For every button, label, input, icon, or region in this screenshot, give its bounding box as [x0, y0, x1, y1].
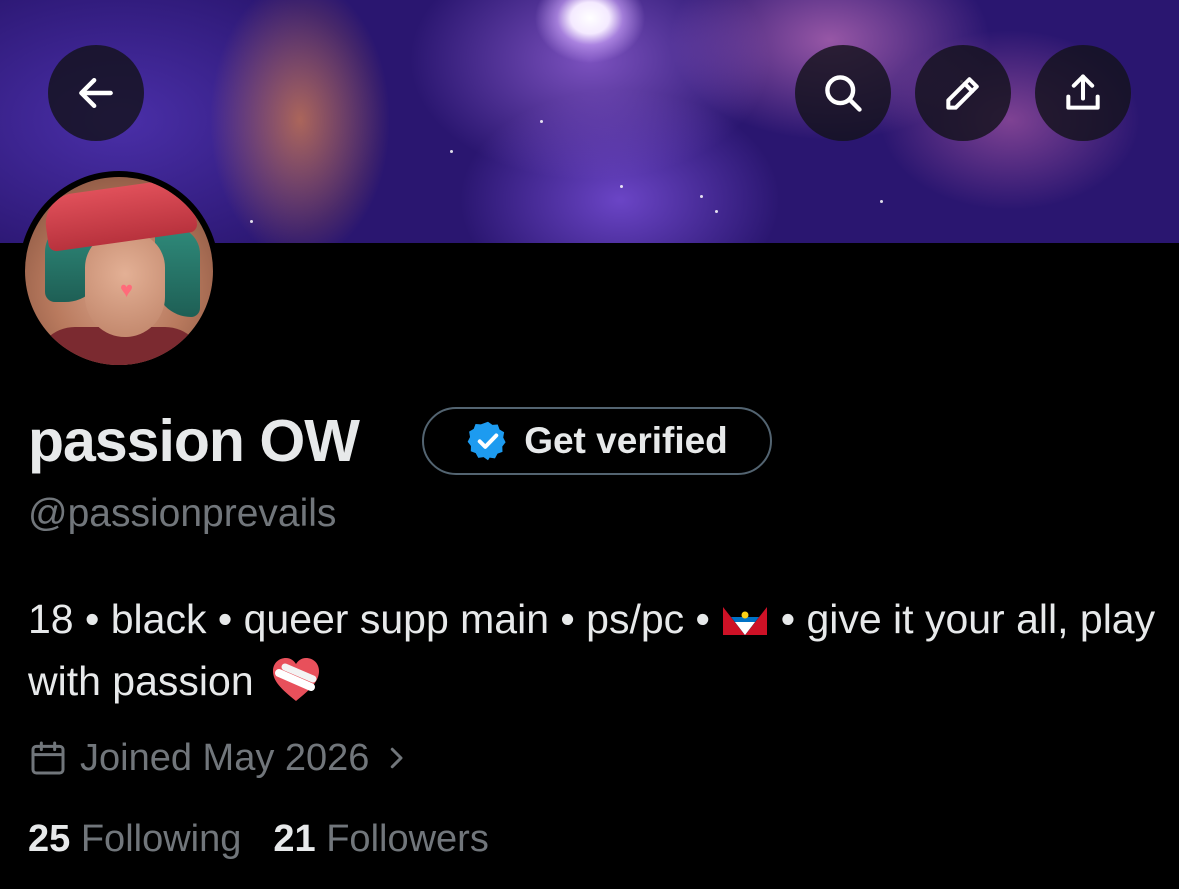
- following-count: 25: [28, 818, 71, 860]
- pencil-icon: [946, 77, 979, 110]
- antigua-flag-icon: [723, 607, 768, 635]
- share-button[interactable]: [1035, 45, 1131, 141]
- bio-text-part1: 18 • black • queer supp main • ps/pc •: [28, 596, 710, 642]
- profile-name: passion OW: [28, 408, 360, 474]
- share-upload-icon: [1066, 74, 1100, 110]
- followers-count: 21: [273, 818, 316, 860]
- joined-label: Joined May 2026: [80, 736, 370, 779]
- following-label: Following: [80, 818, 242, 860]
- joined-date[interactable]: Joined May 2026: [28, 733, 411, 783]
- follow-stats: 25 Following 21 Followers: [28, 818, 489, 861]
- followers-label: Followers: [326, 818, 489, 860]
- calendar-icon: [31, 741, 65, 775]
- arrow-left-icon: [79, 77, 113, 109]
- verified-badge-icon: [467, 421, 506, 461]
- search-icon: [825, 75, 862, 112]
- edit-button[interactable]: [915, 45, 1011, 141]
- mending-heart-icon: [273, 658, 320, 701]
- search-button[interactable]: [795, 45, 891, 141]
- get-verified-label: Get verified: [524, 420, 728, 461]
- followers-link[interactable]: 21 Followers: [273, 818, 488, 861]
- profile-bio: 18 • black • queer supp main • ps/pc • •…: [28, 588, 1158, 712]
- following-link[interactable]: 25 Following: [28, 818, 241, 861]
- avatar-image: ♥: [25, 177, 213, 365]
- profile-handle: @passionprevails: [28, 492, 337, 535]
- avatar[interactable]: ♥: [19, 171, 219, 371]
- back-button[interactable]: [48, 45, 144, 141]
- chevron-right-icon: [391, 747, 403, 769]
- get-verified-button[interactable]: Get verified: [422, 407, 772, 475]
